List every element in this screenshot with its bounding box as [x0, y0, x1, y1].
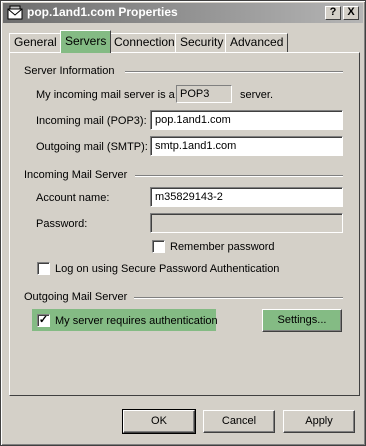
auth-label: My server requires authentication — [55, 315, 218, 327]
tab-security[interactable]: Security — [175, 33, 229, 52]
remember-password-checkbox[interactable] — [152, 240, 165, 253]
cancel-button[interactable]: Cancel — [203, 410, 275, 433]
incoming-type-value: POP3 — [176, 85, 232, 103]
outgoing-server-label: Outgoing mail (SMTP): — [36, 141, 148, 153]
incoming-server-group-title: Incoming Mail Server — [24, 169, 128, 181]
help-button[interactable]: ? — [325, 6, 341, 20]
title-bar[interactable]: pop.1and1.com Properties ? X — [3, 3, 363, 23]
auth-checkbox[interactable]: ✓ — [37, 314, 50, 327]
password-label: Password: — [36, 218, 88, 230]
account-name-label: Account name: — [36, 192, 110, 204]
tab-connection[interactable]: Connection — [109, 33, 180, 52]
window-title: pop.1and1.com Properties — [27, 5, 178, 19]
server-info-group-title: Server Information — [24, 65, 115, 77]
incoming-type-prefix: My incoming mail server is a — [36, 89, 175, 101]
ok-button[interactable]: OK — [122, 409, 196, 434]
tab-advanced[interactable]: Advanced — [225, 33, 289, 52]
apply-button[interactable]: Apply — [283, 410, 355, 433]
spa-label: Log on using Secure Password Authenticat… — [55, 263, 280, 275]
account-name-field[interactable]: m35829143-2 — [150, 187, 343, 207]
outgoing-server-field[interactable]: smtp.1and1.com — [150, 136, 343, 156]
incoming-server-field[interactable]: pop.1and1.com — [150, 110, 343, 130]
incoming-type-suffix: server. — [240, 89, 274, 101]
spa-checkbox[interactable] — [37, 262, 50, 275]
password-field[interactable] — [150, 213, 343, 233]
mail-account-icon — [7, 5, 23, 20]
incoming-server-label: Incoming mail (POP3): — [36, 115, 147, 127]
properties-dialog: pop.1and1.com Properties ? X General Ser… — [0, 0, 366, 446]
remember-password-label: Remember password — [170, 241, 275, 253]
servers-panel: Server Information My incoming mail serv… — [9, 52, 360, 396]
divider — [135, 175, 343, 177]
outgoing-server-group-title: Outgoing Mail Server — [24, 291, 128, 303]
tab-strip: General Servers Connection Security Adva… — [9, 30, 359, 54]
tab-general[interactable]: General — [9, 33, 62, 52]
settings-button[interactable]: Settings... — [262, 309, 342, 332]
divider — [134, 297, 343, 299]
tab-servers[interactable]: Servers — [60, 30, 112, 53]
divider — [125, 71, 343, 73]
close-button[interactable]: X — [343, 6, 359, 20]
